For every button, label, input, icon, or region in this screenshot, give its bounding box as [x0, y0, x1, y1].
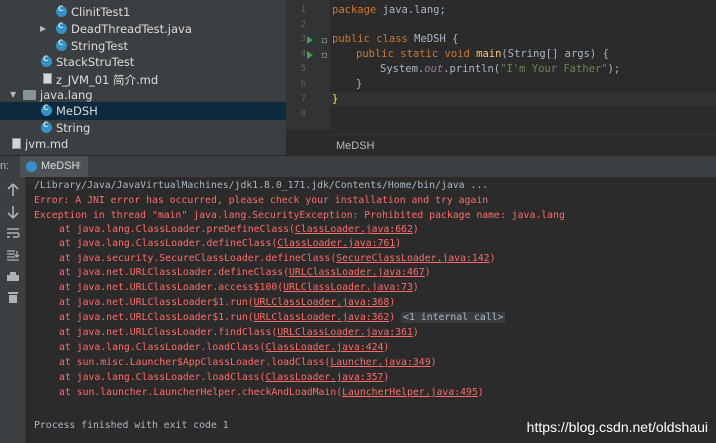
project-tree: ClinitTest1 ▶ DeadThreadTest.java String… — [0, 0, 286, 155]
stack-frame-link[interactable]: ClassLoader.java:424 — [265, 342, 383, 353]
fold-icon[interactable] — [322, 53, 327, 58]
current-line-highlight — [330, 92, 716, 106]
stack-frame: at java.net.URLClassLoader$1.run(URLClas… — [59, 297, 396, 308]
class-icon — [56, 20, 67, 34]
stack-frame: at java.security.SecureClassLoader.defin… — [59, 253, 496, 264]
stack-frame: at java.lang.ClassLoader.preDefineClass(… — [59, 224, 419, 235]
class-icon — [26, 161, 37, 172]
stack-frame-link[interactable]: URLClassLoader.java:368 — [254, 297, 390, 308]
stack-frame: at java.lang.ClassLoader.loadClass(Class… — [59, 372, 390, 383]
stack-frame: at java.net.URLClassLoader.findClass(URL… — [59, 327, 419, 338]
stack-frame-link[interactable]: Launcher.java:349 — [330, 357, 430, 368]
collapse-arrow-icon[interactable]: ▼ — [10, 91, 18, 99]
tree-item-clinittest1[interactable]: ClinitTest1 — [0, 3, 286, 21]
code-line-6: } — [356, 78, 363, 90]
class-icon — [56, 37, 67, 51]
code-line-1: package java.lang; — [332, 4, 446, 16]
soft-wrap-icon[interactable] — [5, 227, 21, 243]
stack-frame-link[interactable]: LauncherHelper.java:495 — [342, 387, 478, 398]
stack-frame-link[interactable]: URLClassLoader.java:73 — [283, 282, 413, 293]
tree-item-jvm-md[interactable]: jvm.md — [0, 135, 286, 153]
console-exception-line: Exception in thread "main" java.lang.Sec… — [34, 210, 565, 221]
console-output[interactable]: /Library/Java/JavaVirtualMachines/jdk1.8… — [26, 177, 716, 443]
stack-frame: at sun.misc.Launcher$AppClassLoader.load… — [59, 357, 437, 368]
trash-icon[interactable] — [5, 291, 21, 307]
stack-frame: at java.net.URLClassLoader.access$100(UR… — [59, 282, 419, 293]
stack-frame: at java.net.URLClassLoader$1.run(URLClas… — [59, 312, 506, 323]
console-error-line: Error: A JNI error has occurred, please … — [34, 195, 489, 206]
class-icon — [56, 3, 67, 17]
run-main-icon[interactable] — [307, 51, 313, 59]
class-icon — [41, 119, 52, 133]
code-line-5: System.out.println("I'm Your Father"); — [380, 63, 621, 75]
close-icon[interactable]: × — [75, 159, 81, 171]
process-exit-line: Process finished with exit code 1 — [34, 420, 229, 431]
internal-calls-fold[interactable]: <1 internal call> — [401, 312, 506, 323]
code-editor[interactable]: 1 2 3 4 5 6 7 8 package java.lang; publi… — [286, 0, 716, 156]
stack-frame: at sun.launcher.LauncherHelper.checkAndL… — [59, 387, 484, 398]
console-command-line: /Library/Java/JavaVirtualMachines/jdk1.8… — [34, 180, 489, 191]
stack-frame-link[interactable]: ClassLoader.java:662 — [295, 224, 413, 235]
run-tab-medsh[interactable]: MeDSH × — [20, 156, 88, 178]
package-folder-icon — [23, 90, 36, 100]
stack-frame-link[interactable]: ClassLoader.java:761 — [277, 238, 395, 249]
editor-breadcrumb[interactable]: MeDSH — [286, 135, 716, 156]
stack-frame: at java.net.URLClassLoader.defineClass(U… — [59, 267, 431, 278]
stack-frame: at java.lang.ClassLoader.loadClass(Class… — [59, 342, 390, 353]
markdown-file-icon — [12, 138, 21, 149]
editor-gutter: 1 2 3 4 5 6 7 8 — [286, 0, 330, 130]
markdown-file-icon — [43, 73, 52, 84]
run-class-icon[interactable] — [307, 36, 313, 44]
class-icon — [41, 102, 52, 116]
code-line-7: } — [332, 93, 339, 105]
fold-icon[interactable] — [322, 38, 327, 43]
class-icon — [41, 53, 52, 67]
code-line-3: public class MeDSH { — [332, 33, 459, 45]
code-line-4: public static void main(String[] args) { — [356, 48, 609, 60]
expand-arrow-icon[interactable]: ▶ — [40, 25, 48, 33]
watermark: https://blog.csdn.net/oldshaui — [526, 419, 708, 435]
scroll-to-end-icon[interactable] — [5, 249, 21, 265]
tree-item-deadthreadtest[interactable]: ▶ DeadThreadTest.java — [0, 20, 286, 38]
stack-frame-link[interactable]: SecureClassLoader.java:142 — [336, 253, 489, 264]
print-icon[interactable] — [5, 271, 21, 287]
stack-frame: at java.lang.ClassLoader.defineClass(Cla… — [59, 238, 402, 249]
run-toolbar — [0, 177, 26, 443]
stack-frame-link[interactable]: URLClassLoader.java:467 — [289, 267, 425, 278]
stack-frame-link[interactable]: URLClassLoader.java:361 — [277, 327, 413, 338]
down-arrow-icon[interactable] — [5, 205, 21, 221]
tree-item-stackstrutest[interactable]: StackStruTest — [0, 53, 286, 71]
run-tool-window-header: n: MeDSH × — [0, 155, 716, 178]
tree-item-medsh[interactable]: MeDSH — [0, 102, 286, 120]
stack-frame-link[interactable]: URLClassLoader.java:362 — [254, 312, 390, 323]
stack-frame-link[interactable]: ClassLoader.java:357 — [265, 372, 383, 383]
up-arrow-icon[interactable] — [5, 183, 21, 199]
